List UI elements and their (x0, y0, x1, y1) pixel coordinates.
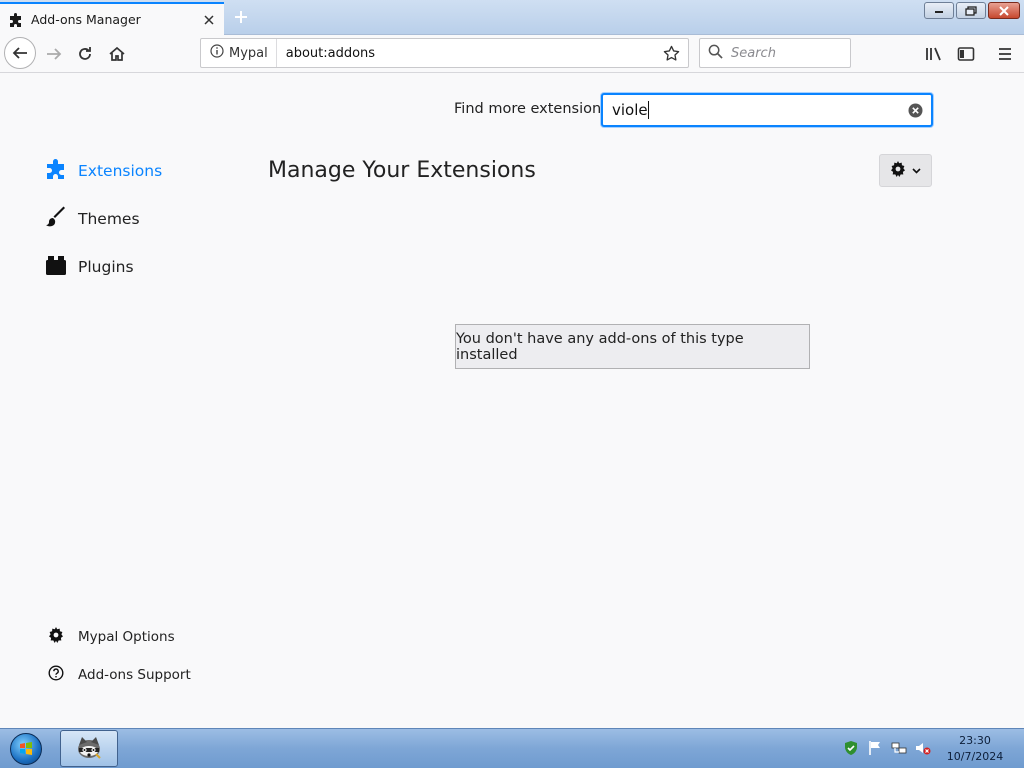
category-label: Themes (78, 210, 140, 228)
category-label: Plugins (78, 258, 134, 276)
plugin-icon (44, 253, 68, 281)
url-bar[interactable]: Mypal about:addons (200, 38, 689, 68)
back-button[interactable] (4, 37, 36, 69)
forward-button[interactable] (39, 39, 69, 69)
windows-logo-icon (10, 733, 42, 765)
reload-button[interactable] (70, 39, 100, 69)
action-center-flag-icon[interactable] (866, 739, 883, 756)
brush-icon (44, 205, 68, 233)
clock-date: 10/7/2024 (946, 750, 1004, 763)
link-label: Mypal Options (78, 629, 175, 645)
mypal-raccoon-icon (74, 732, 104, 766)
mypal-options-link[interactable]: Mypal Options (48, 627, 175, 647)
library-icon[interactable] (919, 39, 949, 69)
puzzle-icon (8, 12, 24, 28)
start-button[interactable] (6, 730, 46, 768)
restore-button[interactable] (956, 2, 986, 19)
taskbar-app-mypal[interactable] (60, 730, 118, 767)
gear-icon (890, 160, 906, 181)
windows-taskbar: 23:30 10/7/2024 (0, 728, 1024, 768)
network-icon[interactable] (890, 739, 907, 756)
find-extensions-input[interactable]: viole (601, 93, 933, 127)
security-shield-icon[interactable] (842, 739, 859, 756)
site-identity[interactable]: Mypal (201, 39, 277, 67)
text-caret (647, 101, 649, 119)
url-text[interactable]: about:addons (286, 46, 658, 61)
puzzle-icon (44, 157, 68, 185)
category-themes[interactable]: Themes (44, 205, 140, 233)
find-extensions-value: viole (612, 101, 648, 119)
search-icon (708, 44, 723, 63)
close-tab-icon[interactable] (200, 11, 218, 29)
category-extensions[interactable]: Extensions (44, 157, 162, 185)
category-plugins[interactable]: Plugins (44, 253, 134, 281)
bookmark-star-icon[interactable] (658, 40, 684, 66)
minimize-button[interactable] (924, 2, 954, 19)
volume-muted-icon[interactable] (914, 739, 931, 756)
chevron-down-icon (912, 163, 921, 178)
info-icon (210, 44, 224, 62)
tools-menu-button[interactable] (879, 154, 932, 187)
tab-addons-manager[interactable]: Add-ons Manager (0, 2, 224, 35)
find-more-label: Find more extensions (454, 101, 609, 117)
identity-label: Mypal (229, 45, 268, 61)
search-placeholder: Search (731, 45, 776, 61)
link-label: Add-ons Support (78, 667, 191, 683)
tab-title: Add-ons Manager (31, 12, 141, 27)
close-window-button[interactable] (988, 2, 1020, 19)
category-label: Extensions (78, 162, 163, 180)
help-icon (48, 665, 64, 685)
tab-strip: Add-ons Manager (0, 0, 1024, 35)
empty-list-notice: You don't have any add-ons of this type … (455, 324, 810, 369)
home-button[interactable] (102, 39, 132, 69)
system-tray (842, 739, 931, 756)
menu-icon[interactable] (990, 39, 1020, 69)
taskbar-clock[interactable]: 23:30 10/7/2024 (942, 733, 1008, 765)
new-tab-icon[interactable] (230, 6, 252, 28)
addons-support-link[interactable]: Add-ons Support (48, 665, 191, 685)
gear-icon (48, 627, 64, 647)
addons-page: Find more extensions viole Extensions Th… (0, 74, 1024, 728)
page-title: Manage Your Extensions (268, 158, 536, 183)
clear-search-icon[interactable] (908, 103, 923, 118)
clock-time: 23:30 (959, 734, 991, 747)
nav-toolbar: Mypal about:addons Search (0, 35, 1024, 73)
sidebar-toggle-icon[interactable] (951, 39, 981, 69)
search-bar[interactable]: Search (699, 38, 851, 68)
